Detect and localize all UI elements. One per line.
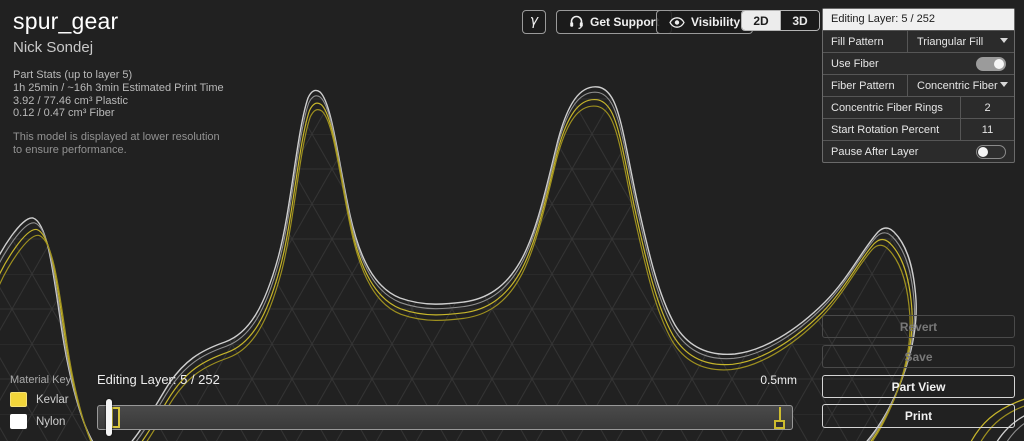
pause-after-layer-row: Pause After Layer bbox=[823, 140, 1014, 162]
part-info-block: spur_gear Nick Sondej Part Stats (up to … bbox=[13, 8, 231, 157]
fiber-stat: 0.12 / 0.47 cm³ Fiber bbox=[13, 107, 231, 120]
kevlar-swatch bbox=[10, 392, 27, 407]
list-item: Kevlar bbox=[10, 392, 71, 407]
tab-3d-view[interactable]: 3D bbox=[780, 11, 819, 30]
chevron-down-icon bbox=[1000, 38, 1008, 43]
fiber-pattern-row: Fiber Pattern Concentric Fiber bbox=[823, 74, 1014, 96]
resolution-notice: This model is displayed at lower resolut… bbox=[13, 131, 231, 157]
use-fiber-label: Use Fiber bbox=[823, 53, 976, 74]
layer-settings-panel: Editing Layer: 5 / 252 Fill Pattern Tria… bbox=[822, 8, 1015, 163]
fiber-pattern-value: Concentric Fiber bbox=[917, 80, 998, 92]
layer-slider-track[interactable] bbox=[97, 405, 793, 430]
part-stats-header: Part Stats (up to layer 5) bbox=[13, 69, 231, 82]
get-support-label: Get Support bbox=[590, 15, 659, 29]
fill-pattern-select[interactable]: Triangular Fill bbox=[907, 31, 1014, 52]
part-stats: Part Stats (up to layer 5) 1h 25min / ~1… bbox=[13, 69, 231, 120]
toggle-knob bbox=[994, 59, 1004, 69]
headset-icon bbox=[569, 15, 584, 29]
fiber-layer-marker-box bbox=[774, 420, 785, 429]
start-rotation-label: Start Rotation Percent bbox=[823, 119, 960, 140]
layer-slider-handle[interactable] bbox=[106, 399, 112, 436]
fill-pattern-label: Fill Pattern bbox=[823, 31, 907, 52]
concentric-rings-row: Concentric Fiber Rings 2 bbox=[823, 96, 1014, 118]
nylon-swatch bbox=[10, 414, 27, 429]
print-button[interactable]: Print bbox=[822, 404, 1015, 428]
concentric-rings-label: Concentric Fiber Rings bbox=[823, 97, 960, 118]
tab-2d-view[interactable]: 2D bbox=[742, 11, 780, 30]
editing-layer-indicator: Editing Layer: 5 / 252 bbox=[97, 372, 220, 387]
fill-pattern-value: Triangular Fill bbox=[917, 36, 983, 48]
print-time-stat: 1h 25min / ~16h 3min Estimated Print Tim… bbox=[13, 82, 231, 95]
selected-layer-highlight bbox=[111, 407, 120, 428]
part-author: Nick Sondej bbox=[13, 39, 231, 56]
editing-layer-header: Editing Layer: 5 / 252 bbox=[823, 9, 1014, 30]
kevlar-label: Kevlar bbox=[36, 394, 69, 406]
list-item: Nylon bbox=[10, 414, 71, 429]
start-rotation-input[interactable]: 11 bbox=[960, 119, 1014, 140]
material-key-title: Material Key bbox=[10, 374, 71, 386]
save-button[interactable]: Save bbox=[822, 345, 1015, 368]
pause-after-layer-toggle[interactable] bbox=[976, 145, 1006, 159]
use-fiber-toggle[interactable] bbox=[976, 57, 1006, 71]
concentric-rings-input[interactable]: 2 bbox=[960, 97, 1014, 118]
app-window: spur_gear Nick Sondej Part Stats (up to … bbox=[0, 0, 1024, 441]
plastic-stat: 3.92 / 77.46 cm³ Plastic bbox=[13, 95, 231, 108]
fiber-pattern-select[interactable]: Concentric Fiber bbox=[907, 75, 1014, 96]
eye-icon bbox=[669, 17, 685, 28]
get-support-button[interactable]: Get Support bbox=[556, 10, 672, 34]
visibility-label: Visibility bbox=[691, 15, 740, 29]
pause-after-layer-cell bbox=[976, 141, 1014, 162]
part-title: spur_gear bbox=[13, 8, 231, 35]
part-view-button[interactable]: Part View bbox=[822, 375, 1015, 398]
visibility-button[interactable]: Visibility bbox=[656, 10, 753, 34]
use-fiber-cell bbox=[976, 53, 1014, 74]
material-key: Material Key Kevlar Nylon bbox=[10, 374, 71, 436]
use-fiber-row: Use Fiber bbox=[823, 52, 1014, 74]
pause-after-layer-label: Pause After Layer bbox=[823, 141, 976, 162]
revert-button[interactable]: Revert bbox=[822, 315, 1015, 338]
view-mode-toggle: 2D 3D bbox=[741, 10, 820, 31]
nylon-label: Nylon bbox=[36, 416, 65, 428]
layer-height-label: 0.5mm bbox=[737, 373, 797, 387]
chevron-down-icon bbox=[1000, 82, 1008, 87]
gamma-logo-icon: γ bbox=[530, 13, 538, 29]
start-rotation-value: 11 bbox=[982, 124, 993, 136]
start-rotation-row: Start Rotation Percent 11 bbox=[823, 118, 1014, 140]
fiber-pattern-label: Fiber Pattern bbox=[823, 75, 907, 96]
logo-button[interactable]: γ bbox=[522, 10, 546, 34]
fill-pattern-row: Fill Pattern Triangular Fill bbox=[823, 30, 1014, 52]
toggle-knob bbox=[978, 147, 988, 157]
concentric-rings-value: 2 bbox=[984, 102, 990, 114]
